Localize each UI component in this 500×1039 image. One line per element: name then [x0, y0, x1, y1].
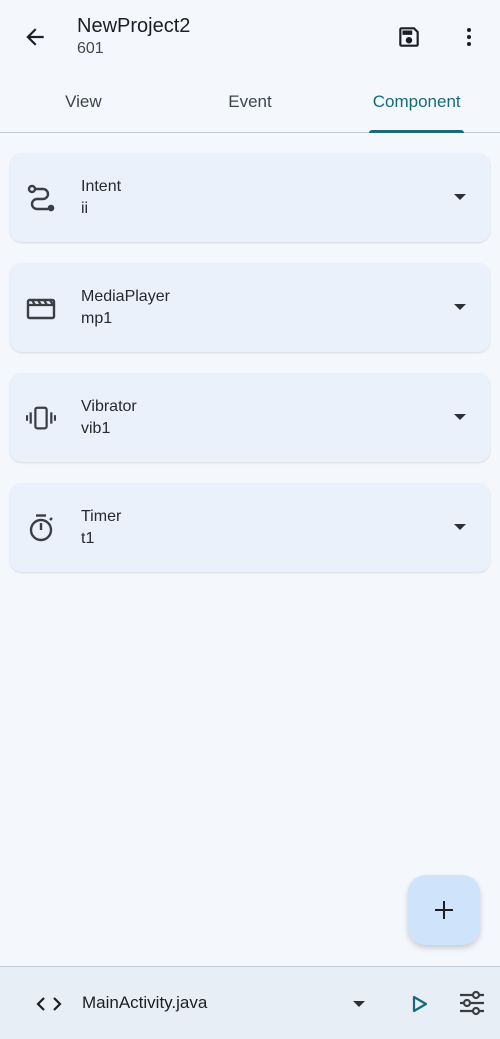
project-subtitle: 601 [77, 40, 104, 57]
more-options-button[interactable] [448, 16, 490, 58]
component-type: MediaPlayer [81, 288, 170, 305]
arrow-back-icon [26, 28, 44, 46]
component-id: ii [81, 200, 89, 217]
component-type: Timer [81, 508, 122, 525]
tune-icon [460, 990, 484, 1016]
component-card-mediaplayer[interactable]: MediaPlayer mp1 [10, 263, 490, 352]
top-app-bar: NewProject2 601 [0, 0, 500, 75]
tab-event-label: Event [228, 92, 272, 111]
component-texts: Intent ii [81, 177, 121, 219]
tab-view[interactable]: View [0, 78, 167, 126]
dropdown-arrow-icon[interactable] [454, 191, 466, 203]
save-icon [399, 27, 419, 47]
add-component-button[interactable] [408, 875, 480, 945]
file-dropdown-icon[interactable] [352, 998, 366, 1010]
component-card-timer[interactable]: Timer t1 [10, 483, 490, 572]
more-vert-icon [467, 28, 471, 46]
component-id: vib1 [81, 420, 111, 437]
run-button[interactable] [404, 989, 434, 1019]
component-type: Vibrator [81, 398, 137, 415]
component-id: mp1 [81, 310, 113, 327]
component-texts: MediaPlayer mp1 [81, 287, 170, 329]
file-selector[interactable]: MainActivity.java [82, 993, 207, 1013]
project-title: NewProject2 [77, 15, 191, 37]
settings-tune-button[interactable] [456, 987, 488, 1019]
app-root: NewProject2 601 View Event Component Int… [0, 0, 500, 1039]
tab-view-label: View [65, 92, 102, 111]
tab-event[interactable]: Event [167, 78, 334, 126]
dropdown-arrow-icon[interactable] [454, 521, 466, 533]
component-type: Intent [81, 178, 122, 195]
component-texts: Vibrator vib1 [81, 397, 137, 439]
title-group: NewProject2 601 [77, 14, 190, 59]
component-id: t1 [81, 530, 95, 547]
back-button[interactable] [14, 16, 56, 58]
play-icon [412, 995, 428, 1013]
tab-bar: View Event Component [0, 78, 500, 133]
timer-icon [26, 514, 56, 542]
vibration-icon [26, 404, 56, 432]
code-view-button[interactable] [32, 991, 66, 1017]
add-icon [435, 901, 453, 919]
save-button[interactable] [388, 16, 430, 58]
code-icon [36, 997, 62, 1011]
tab-indicator [369, 130, 465, 133]
bottom-bar: MainActivity.java [0, 966, 500, 1039]
tab-component[interactable]: Component [333, 78, 500, 133]
component-card-vibrator[interactable]: Vibrator vib1 [10, 373, 490, 462]
dropdown-arrow-icon[interactable] [454, 411, 466, 423]
component-card-intent[interactable]: Intent ii [10, 153, 490, 242]
route-icon [26, 184, 56, 212]
component-texts: Timer t1 [81, 507, 121, 549]
dropdown-arrow-icon[interactable] [454, 301, 466, 313]
movie-icon [26, 294, 56, 322]
tab-component-label: Component [372, 92, 461, 111]
component-list: Intent ii MediaPlayer mp1 Vibrator vib1 … [10, 153, 490, 593]
